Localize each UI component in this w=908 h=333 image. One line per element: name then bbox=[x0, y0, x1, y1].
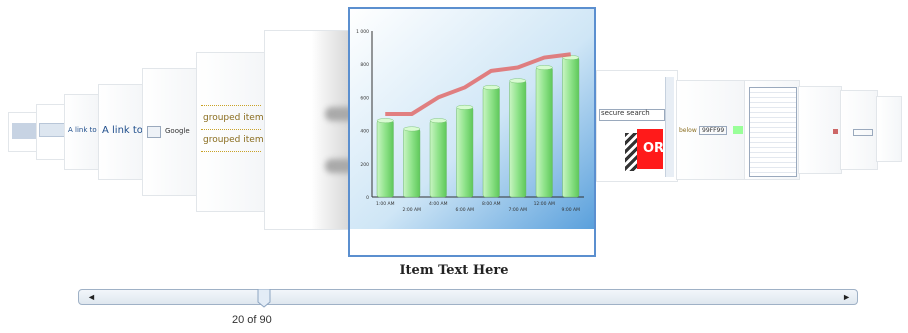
stripe-image bbox=[625, 133, 637, 171]
chart-x-tick-label: 4:00 AM bbox=[429, 201, 448, 207]
chart-bar bbox=[562, 57, 580, 198]
dotted-divider bbox=[201, 105, 261, 106]
below-value: 99FF99 bbox=[699, 126, 728, 135]
chart-bar-top bbox=[456, 104, 474, 110]
carousel-item[interactable]: grouped item grouped item bbox=[196, 52, 266, 212]
carousel-item[interactable]: secure search OR bbox=[596, 70, 678, 182]
dotted-divider bbox=[201, 151, 261, 152]
list-box bbox=[749, 87, 797, 177]
link-large-text: A link to bbox=[102, 125, 143, 136]
google-icon bbox=[147, 126, 161, 138]
carousel-item[interactable]: A link to bbox=[98, 84, 144, 180]
chart-y-tick-label: 600 bbox=[360, 95, 369, 101]
coverflow-carousel: A link to A link to Google grouped item … bbox=[0, 0, 908, 260]
grouped-item-2: grouped item bbox=[203, 135, 264, 145]
chart-bar bbox=[509, 80, 527, 198]
carousel-item[interactable] bbox=[840, 90, 878, 170]
carousel-item[interactable] bbox=[8, 112, 38, 152]
chart-y-tick-label: 200 bbox=[360, 162, 369, 168]
horizontal-scrollbar[interactable]: ◄ ► bbox=[78, 289, 858, 308]
chart-y-tick-label: 800 bbox=[360, 62, 369, 68]
chart-x-tick-label: 7:00 AM bbox=[509, 207, 528, 213]
blurred-shape bbox=[325, 107, 349, 121]
scroll-thumb[interactable] bbox=[257, 289, 271, 308]
chart-x-tick-label: 1:00 AM bbox=[376, 201, 395, 207]
carousel-item[interactable]: below 99FF99 bbox=[676, 80, 746, 180]
chart-x-tick-label: 12:00 AM bbox=[534, 201, 555, 207]
chart-x-tick-label: 2:00 AM bbox=[403, 207, 422, 213]
chart-x-tick-label: 6:00 AM bbox=[456, 207, 475, 213]
carousel-item[interactable]: A link to bbox=[64, 94, 100, 170]
scroll-left-arrow-icon[interactable]: ◄ bbox=[87, 292, 96, 302]
chart-y-tick-label: 1 000 bbox=[356, 29, 369, 35]
chart-bar-top bbox=[535, 65, 553, 70]
google-text: Google bbox=[165, 127, 190, 135]
position-counter: 20 of 90 bbox=[232, 314, 272, 326]
chart-x-tick-label: 9:00 AM bbox=[562, 207, 581, 213]
chart-bar bbox=[482, 87, 500, 198]
chart-y-tick-label: 400 bbox=[360, 129, 369, 135]
chart-bar-top bbox=[509, 78, 527, 84]
chart-bar-top bbox=[403, 126, 421, 132]
carousel-item[interactable] bbox=[798, 86, 842, 174]
chart-x-tick-label: 8:00 AM bbox=[482, 201, 501, 207]
chart-bar bbox=[535, 67, 553, 198]
chart-bar-top bbox=[482, 85, 500, 90]
selected-carousel-item[interactable]: 1 000 800 600 400 200 0 1:00 AM 4:00 AM 8:00 AM 1… bbox=[348, 7, 596, 257]
grouped-item-1: grouped item bbox=[203, 113, 264, 123]
dotted-divider bbox=[201, 129, 261, 130]
scrollbar-mini bbox=[665, 77, 674, 177]
color-swatch bbox=[733, 126, 743, 134]
secure-search-text: secure search bbox=[601, 109, 650, 117]
chart-bar-top bbox=[429, 118, 447, 124]
link-small-text: A link to bbox=[68, 126, 97, 134]
below-label: below bbox=[679, 127, 697, 134]
chart-bar bbox=[429, 120, 447, 198]
chart-y-tick-label: 0 bbox=[366, 195, 369, 201]
chart-bar bbox=[403, 128, 421, 198]
carousel-item[interactable]: Google bbox=[142, 68, 198, 196]
chart-bar-top bbox=[376, 118, 394, 124]
carousel-item[interactable] bbox=[876, 96, 902, 162]
carousel-item[interactable] bbox=[264, 30, 350, 230]
mini-button bbox=[853, 129, 873, 136]
chart-bar bbox=[456, 107, 474, 198]
chart-image: 1 000 800 600 400 200 0 1:00 AM 4:00 AM 8:00 AM 1… bbox=[350, 9, 594, 229]
carousel-item[interactable] bbox=[744, 80, 800, 180]
item-caption: Item Text Here bbox=[399, 263, 509, 278]
chart-bar bbox=[376, 120, 394, 198]
blurred-shape bbox=[325, 159, 349, 173]
mini-icon bbox=[833, 129, 838, 134]
scroll-right-arrow-icon[interactable]: ► bbox=[842, 292, 851, 302]
or-badge: OR bbox=[643, 141, 665, 156]
carousel-item[interactable] bbox=[36, 104, 66, 160]
